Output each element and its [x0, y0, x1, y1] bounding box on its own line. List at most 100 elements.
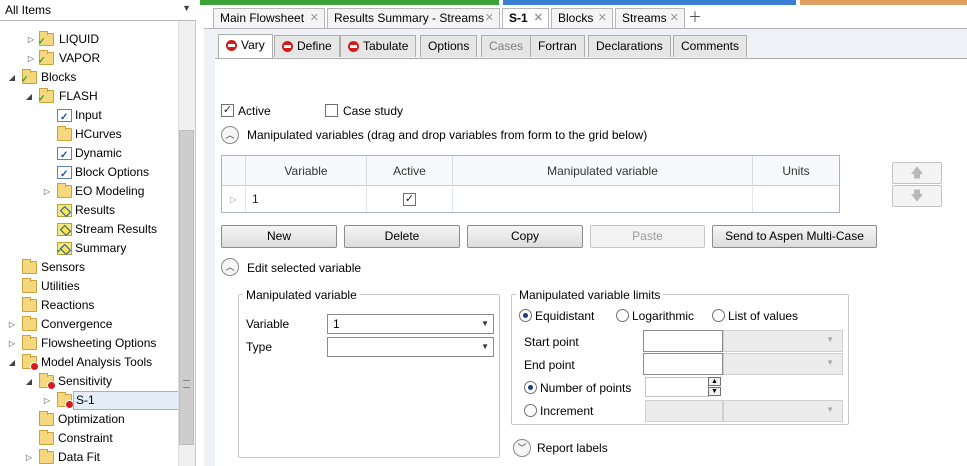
paste-button[interactable]: Paste: [590, 225, 705, 248]
collapse-arrow-icon[interactable]: ◢: [7, 353, 17, 372]
tree-item[interactable]: ◢ Model Analysis Tools: [0, 353, 178, 372]
tree-item[interactable]: Results: [0, 201, 178, 220]
tab-comments[interactable]: Comments: [673, 35, 748, 57]
grid-header-manipulated[interactable]: Manipulated variable: [453, 156, 753, 186]
tree-item[interactable]: Utilities: [0, 277, 178, 296]
expand-arrow-icon[interactable]: ▷: [42, 391, 52, 410]
doc-tab-label: Main Flowsheet: [220, 11, 305, 25]
tree-item[interactable]: ◢ Sensitivity: [0, 372, 178, 391]
expand-arrow-icon[interactable]: ▷: [26, 30, 36, 49]
collapse-section-icon[interactable]: ︿: [221, 126, 239, 144]
tree-item[interactable]: Reactions: [0, 296, 178, 315]
spin-down-icon[interactable]: ▼: [708, 387, 721, 396]
expand-arrow-icon[interactable]: ▷: [26, 49, 36, 68]
tree-item[interactable]: ▷ ✓ VAPOR: [0, 49, 178, 68]
close-icon[interactable]: ✕: [310, 9, 319, 28]
chevron-down-icon[interactable]: ▼: [481, 315, 489, 333]
tree-item[interactable]: ▷ EO Modeling: [0, 182, 178, 201]
doc-tab-s1[interactable]: S-1 ✕: [502, 8, 549, 29]
expand-arrow-icon[interactable]: ▷: [7, 334, 17, 353]
variable-select[interactable]: 1 ▼: [327, 314, 494, 334]
tab-cases[interactable]: Cases: [481, 35, 532, 57]
tree-item[interactable]: Constraint: [0, 429, 178, 448]
expand-arrow-icon[interactable]: ▷: [7, 315, 17, 334]
tree-item[interactable]: HCurves: [0, 125, 178, 144]
tree-item[interactable]: Block Options: [0, 163, 178, 184]
table-row-active[interactable]: ✓: [367, 187, 453, 212]
tree-item[interactable]: ✓ Summary: [0, 239, 178, 258]
expand-section-icon[interactable]: ﹀: [513, 439, 531, 457]
new-button[interactable]: New: [221, 225, 337, 248]
increment-radio[interactable]: [524, 404, 537, 417]
table-row-units[interactable]: [753, 187, 839, 212]
doc-tab-results-summary[interactable]: Results Summary - Streams ✕: [327, 8, 500, 28]
tree-item[interactable]: Input: [0, 106, 178, 127]
spin-up-icon[interactable]: ▲: [708, 377, 721, 386]
tree-item[interactable]: ▷ ✓ LIQUID: [0, 30, 178, 49]
tab-define[interactable]: Define: [274, 35, 340, 57]
copy-button[interactable]: Copy: [467, 225, 583, 248]
tab-tabulate[interactable]: Tabulate: [340, 35, 417, 57]
table-row-manipulated[interactable]: [453, 187, 753, 212]
chevron-down-icon[interactable]: ▼: [182, 3, 191, 13]
expand-arrow-icon[interactable]: ▷: [42, 182, 52, 201]
manipulated-variables-grid[interactable]: Variable Active Manipulated variable Uni…: [221, 155, 840, 213]
collapse-section-icon[interactable]: ︿: [221, 258, 239, 276]
collapse-arrow-icon[interactable]: ◢: [24, 87, 34, 106]
move-down-button[interactable]: 🡇: [892, 185, 942, 207]
number-of-points-input[interactable]: [645, 377, 709, 397]
doc-tab-streams[interactable]: Streams ✕: [615, 8, 685, 28]
add-tab-icon[interactable]: ＋: [688, 10, 702, 24]
tab-declarations[interactable]: Declarations: [588, 35, 671, 57]
grid-header-active[interactable]: Active: [367, 156, 453, 186]
tree-item[interactable]: ◢ ✓ Blocks: [0, 68, 178, 87]
close-icon[interactable]: ✕: [485, 9, 494, 28]
collapse-arrow-icon[interactable]: ◢: [7, 68, 17, 87]
close-icon[interactable]: ✕: [598, 9, 607, 28]
type-select[interactable]: ▼: [327, 337, 494, 357]
type-label: Type: [246, 340, 273, 354]
tree-item[interactable]: ◢ ✓ FLASH: [0, 87, 178, 106]
tab-vary[interactable]: Vary: [218, 34, 273, 58]
tab-options[interactable]: Options: [420, 35, 478, 57]
tree-item[interactable]: ▷ S-1: [0, 391, 178, 410]
end-point-input[interactable]: [643, 353, 723, 375]
tree-item[interactable]: Stream Results: [0, 220, 178, 239]
case-study-checkbox[interactable]: [325, 104, 338, 117]
row-active-checkbox[interactable]: ✓: [403, 193, 416, 206]
move-up-button[interactable]: 🡅: [892, 162, 942, 184]
tree-item[interactable]: ▷ Flowsheeting Options: [0, 334, 178, 353]
end-point-units-select[interactable]: ▼: [723, 353, 843, 375]
tree-item[interactable]: ▷ Data Fit: [0, 448, 178, 466]
list-of-values-radio[interactable]: [712, 309, 725, 322]
tree-item[interactable]: Optimization: [0, 410, 178, 429]
increment-units-select[interactable]: ▼: [723, 400, 843, 422]
active-checkbox[interactable]: ✓: [221, 104, 234, 117]
tab-fortran[interactable]: Fortran: [530, 35, 585, 57]
close-icon[interactable]: ✕: [670, 9, 679, 28]
doc-tab-main-flowsheet[interactable]: Main Flowsheet ✕: [213, 8, 325, 28]
stream-folder-icon: ✓: [38, 31, 54, 46]
delete-button[interactable]: Delete: [344, 225, 460, 248]
tree-item[interactable]: Dynamic: [0, 144, 178, 165]
doc-tab-blocks[interactable]: Blocks ✕: [551, 8, 613, 28]
equidistant-radio[interactable]: [519, 309, 532, 322]
send-to-multicase-button[interactable]: Send to Aspen Multi-Case: [712, 225, 877, 248]
logarithmic-radio[interactable]: [616, 309, 629, 322]
number-of-points-radio[interactable]: [524, 381, 537, 394]
start-point-input[interactable]: [643, 330, 723, 352]
grid-header-units[interactable]: Units: [753, 156, 839, 186]
start-point-units-select[interactable]: ▼: [723, 330, 843, 352]
nav-filter-dropdown[interactable]: All Items ▼: [0, 0, 196, 21]
table-row-variable[interactable]: 1: [246, 187, 367, 212]
close-icon[interactable]: ✕: [534, 9, 543, 28]
increment-input[interactable]: [645, 400, 723, 422]
chevron-down-icon[interactable]: ▼: [481, 338, 489, 356]
nav-scrollbar-thumb[interactable]: [179, 130, 194, 445]
grid-header-variable[interactable]: Variable: [246, 156, 367, 186]
tree-item[interactable]: ▷ Convergence: [0, 315, 178, 334]
tree-item[interactable]: Sensors: [0, 258, 178, 277]
collapse-arrow-icon[interactable]: ◢: [24, 372, 34, 391]
expand-arrow-icon[interactable]: ▷: [24, 448, 34, 466]
row-indicator-icon[interactable]: ▷: [222, 187, 246, 212]
